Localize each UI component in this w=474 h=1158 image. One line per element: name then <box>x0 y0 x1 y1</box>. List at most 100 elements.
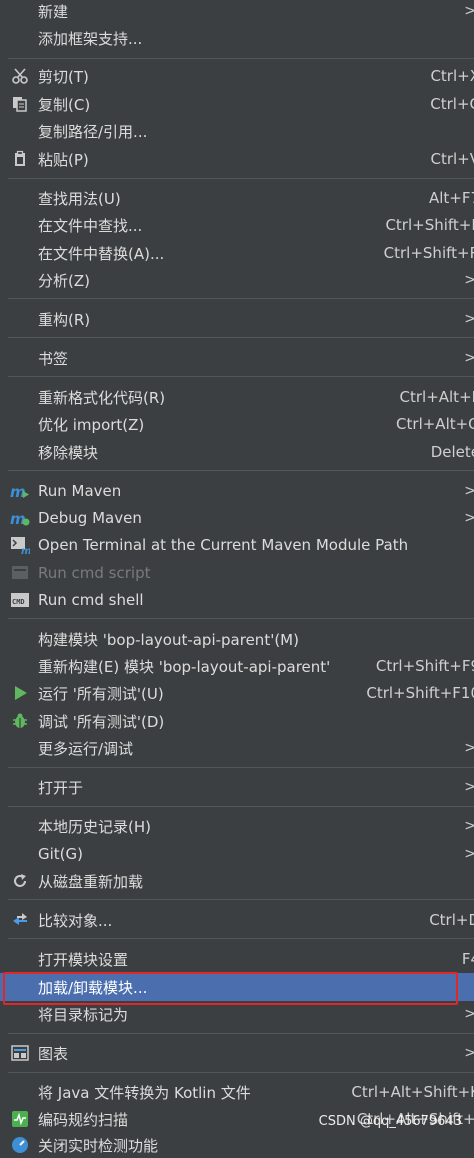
menu-item-label: 书签 <box>38 348 68 369</box>
submenu-arrow-icon: > <box>464 1006 474 1022</box>
menu-item-optimize-imports[interactable]: 优化 import(Z) Ctrl+Alt+O <box>0 411 474 437</box>
menu-item-local-history[interactable]: 本地历史记录(H) > <box>0 813 474 839</box>
menu-item-label: 打开于 <box>38 777 83 798</box>
menu-item-label: 构建模块 'bop-layout-api-parent'(M) <box>38 629 299 650</box>
maven-debug-icon: m <box>10 509 30 527</box>
diagram-icon <box>10 1044 30 1062</box>
menu-item-add-framework[interactable]: 添加框架支持... <box>0 25 474 51</box>
menu-item-build-module[interactable]: 构建模块 'bop-layout-api-parent'(M) <box>0 626 474 652</box>
menu-item-rebuild-module[interactable]: 重新构建(E) 模块 'bop-layout-api-parent' Ctrl+… <box>0 653 474 679</box>
menu-item-run-cmd-script[interactable]: Run cmd script <box>0 560 474 586</box>
menu-item-label: 比较对象... <box>38 910 112 931</box>
submenu-arrow-icon: > <box>464 483 474 499</box>
svg-text:CMD: CMD <box>12 598 25 606</box>
menu-item-label: 粘贴(P) <box>38 149 89 170</box>
menu-separator <box>8 470 474 471</box>
debug-bug-icon <box>10 712 30 730</box>
shortcut-label: Ctrl+C <box>430 95 474 113</box>
menu-item-copy-path[interactable]: 复制路径/引用... <box>0 118 474 144</box>
menu-item-analyze[interactable]: 分析(Z) > <box>0 267 474 293</box>
menu-item-more-run[interactable]: 更多运行/调试 > <box>0 735 474 761</box>
menu-item-debug-tests[interactable]: 调试 '所有测试'(D) <box>0 708 474 734</box>
cmd-shell-icon: CMD <box>10 591 30 609</box>
menu-item-git[interactable]: Git(G) > <box>0 841 474 867</box>
menu-item-find-in-files[interactable]: 在文件中查找... Ctrl+Shift+F <box>0 212 474 238</box>
compare-icon <box>10 911 30 929</box>
shortcut-label: Ctrl+V <box>430 150 474 168</box>
scissors-icon <box>10 67 30 85</box>
submenu-arrow-icon: > <box>464 3 474 19</box>
clipboard-icon <box>10 150 30 168</box>
menu-item-run-tests[interactable]: 运行 '所有测试'(U) Ctrl+Shift+F10 <box>0 680 474 706</box>
submenu-arrow-icon: > <box>464 846 474 862</box>
menu-item-label: 运行 '所有测试'(U) <box>38 683 164 704</box>
menu-item-label: 图表 <box>38 1043 68 1064</box>
menu-item-label: 移除模块 <box>38 442 98 463</box>
menu-separator <box>8 1072 474 1073</box>
copy-icon <box>10 95 30 113</box>
menu-item-refactor[interactable]: 重构(R) > <box>0 306 474 332</box>
menu-item-label: 重新构建(E) 模块 'bop-layout-api-parent' <box>38 656 330 677</box>
menu-separator <box>8 806 474 807</box>
menu-item-remove-module[interactable]: 移除模块 Delete <box>0 439 474 465</box>
shortcut-label: Ctrl+Shift+R <box>384 244 474 262</box>
menu-item-label: 从磁盘重新加载 <box>38 871 143 892</box>
menu-item-diagrams[interactable]: 图表 > <box>0 1040 474 1066</box>
submenu-arrow-icon: > <box>464 350 474 366</box>
run-icon <box>10 684 30 702</box>
menu-item-label: 复制路径/引用... <box>38 121 147 142</box>
menu-item-label: 优化 import(Z) <box>38 414 144 435</box>
menu-item-label: 在文件中替换(A)... <box>38 243 164 264</box>
menu-separator <box>8 618 474 619</box>
submenu-arrow-icon: > <box>464 1045 474 1061</box>
context-menu: 新建 > 添加框架支持... 剪切(T) Ctrl+X 复制(C) Ctrl+C… <box>0 0 474 1145</box>
menu-separator <box>8 58 474 59</box>
menu-item-label: 查找用法(U) <box>38 188 121 209</box>
menu-item-label: 打开模块设置 <box>38 949 128 970</box>
menu-separator <box>8 337 474 338</box>
menu-item-label: Run Maven <box>38 482 121 500</box>
menu-item-label: 新建 <box>38 1 68 22</box>
menu-item-paste[interactable]: 粘贴(P) Ctrl+V <box>0 146 474 172</box>
menu-item-label: 本地历史记录(H) <box>38 816 151 837</box>
menu-item-compare-with[interactable]: 比较对象... Ctrl+D <box>0 907 474 933</box>
menu-item-label: 重新格式化代码(R) <box>38 387 165 408</box>
menu-item-reformat[interactable]: 重新格式化代码(R) Ctrl+Alt+L <box>0 384 474 410</box>
menu-item-open-terminal[interactable]: m Open Terminal at the Current Maven Mod… <box>0 532 474 558</box>
menu-item-open-in[interactable]: 打开于 > <box>0 774 474 800</box>
menu-item-bookmarks[interactable]: 书签 > <box>0 345 474 371</box>
highlight-annotation-box <box>3 972 458 1005</box>
shortcut-label: Ctrl+D <box>429 911 474 929</box>
submenu-arrow-icon: > <box>464 740 474 756</box>
menu-item-cut[interactable]: 剪切(T) Ctrl+X <box>0 63 474 89</box>
menu-item-label: Debug Maven <box>38 509 142 527</box>
menu-separator <box>8 178 474 179</box>
menu-item-label: 剪切(T) <box>38 66 89 87</box>
menu-item-reload-from-disk[interactable]: 从磁盘重新加载 <box>0 868 474 894</box>
menu-item-convert-kotlin[interactable]: 将 Java 文件转换为 Kotlin 文件 Ctrl+Alt+Shift+K <box>0 1079 474 1105</box>
menu-item-new[interactable]: 新建 > <box>0 0 474 24</box>
menu-item-label: Git(G) <box>38 845 83 863</box>
submenu-arrow-icon: > <box>464 272 474 288</box>
menu-item-label: 将 Java 文件转换为 Kotlin 文件 <box>38 1082 251 1103</box>
menu-item-module-settings[interactable]: 打开模块设置 F4 <box>0 946 474 972</box>
menu-item-debug-maven[interactable]: m Debug Maven > <box>0 505 474 531</box>
menu-separator <box>8 767 474 768</box>
menu-item-run-maven[interactable]: m Run Maven > <box>0 478 474 504</box>
menu-item-run-cmd-shell[interactable]: CMD Run cmd shell <box>0 587 474 613</box>
menu-item-label: Open Terminal at the Current Maven Modul… <box>38 536 408 554</box>
shortcut-label: Ctrl+Alt+O <box>396 415 474 433</box>
menu-item-label: 添加框架支持... <box>38 28 142 49</box>
submenu-arrow-icon: > <box>464 818 474 834</box>
menu-item-replace-in-files[interactable]: 在文件中替换(A)... Ctrl+Shift+R <box>0 240 474 266</box>
menu-item-copy[interactable]: 复制(C) Ctrl+C <box>0 91 474 117</box>
shortcut-label: Ctrl+Alt+L <box>400 388 474 406</box>
maven-run-icon: m <box>10 482 30 500</box>
shortcut-label: F4 <box>462 950 474 968</box>
menu-item-label: 更多运行/调试 <box>38 738 133 759</box>
svg-text:m: m <box>10 510 26 527</box>
menu-item-realtime-detect[interactable]: 关闭实时检测功能 <box>0 1132 474 1158</box>
scan-icon <box>10 1110 30 1128</box>
menu-item-find-usages[interactable]: 查找用法(U) Alt+F7 <box>0 185 474 211</box>
menu-separator <box>8 1033 474 1034</box>
